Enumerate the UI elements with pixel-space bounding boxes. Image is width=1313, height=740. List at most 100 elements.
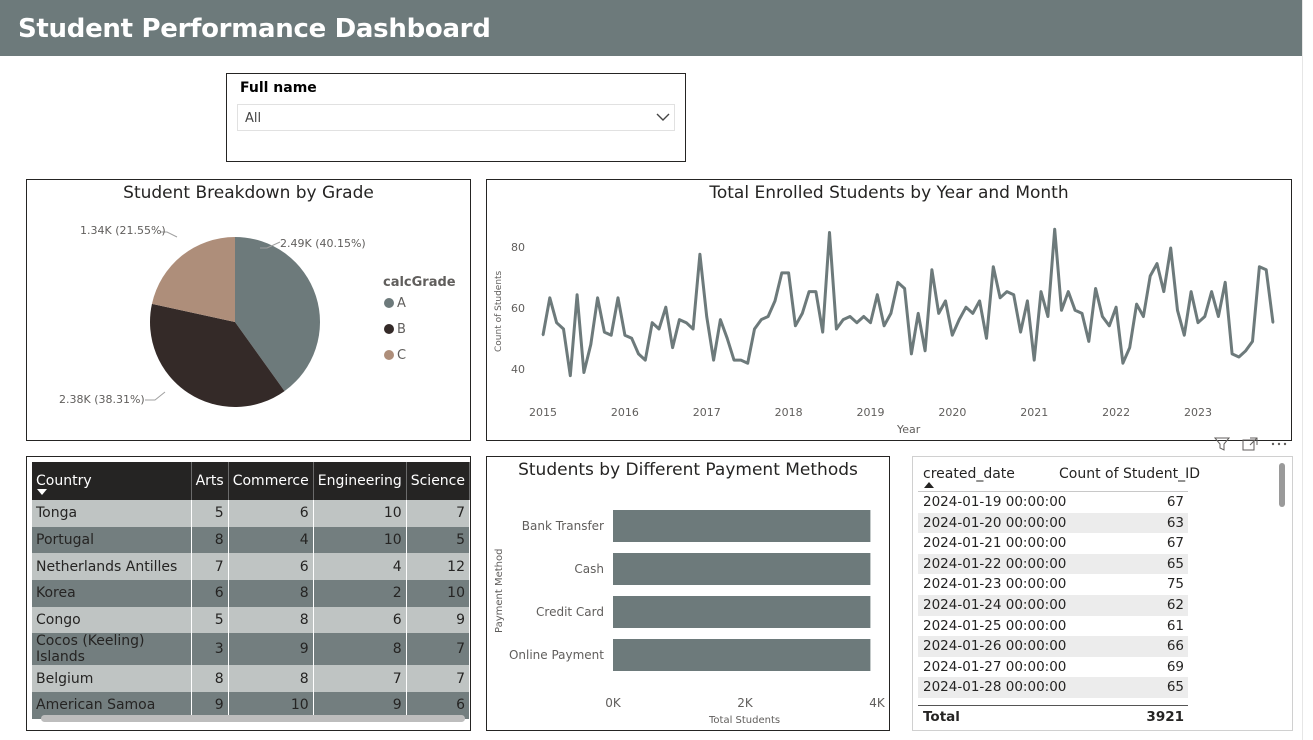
line-point[interactable] xyxy=(630,337,633,340)
line-point[interactable] xyxy=(1087,340,1090,343)
line-point[interactable] xyxy=(767,315,770,318)
line-point[interactable] xyxy=(1053,228,1056,231)
line-point[interactable] xyxy=(685,321,688,324)
line-point[interactable] xyxy=(1237,355,1240,358)
bar-credit-card[interactable] xyxy=(613,596,871,628)
line-point[interactable] xyxy=(1067,290,1070,293)
line-point[interactable] xyxy=(1080,312,1083,315)
legend-item-a[interactable]: A xyxy=(384,296,406,311)
line-point[interactable] xyxy=(1060,309,1063,312)
line-point[interactable] xyxy=(1183,334,1186,337)
line-point[interactable] xyxy=(1074,309,1077,312)
line-point[interactable] xyxy=(978,299,981,302)
table-row[interactable]: 2024-01-22 00:00:00 65 xyxy=(918,553,1188,575)
table-row[interactable]: 2024-01-21 00:00:00 67 xyxy=(918,533,1188,554)
line-point[interactable] xyxy=(1190,290,1193,293)
table-row[interactable]: 2024-01-24 00:00:00 62 xyxy=(918,595,1188,616)
matrix-row[interactable]: Cocos (Keeling) Islands 3 9 8 7 xyxy=(32,633,470,666)
line-point[interactable] xyxy=(692,327,695,330)
line-point[interactable] xyxy=(651,321,654,324)
line-point[interactable] xyxy=(671,346,674,349)
matrix-row[interactable]: Belgium 8 8 7 7 xyxy=(32,665,470,693)
matrix-horizontal-scrollbar[interactable] xyxy=(41,715,465,722)
line-point[interactable] xyxy=(698,253,701,256)
legend-item-c[interactable]: C xyxy=(384,348,406,363)
line-point[interactable] xyxy=(958,318,961,321)
full-name-dropdown[interactable]: All xyxy=(237,104,675,131)
line-point[interactable] xyxy=(1244,349,1247,352)
line-point[interactable] xyxy=(855,321,858,324)
line-point[interactable] xyxy=(971,312,974,315)
line-point[interactable] xyxy=(814,290,817,293)
matrix-header-country[interactable]: Country xyxy=(32,462,192,500)
line-point[interactable] xyxy=(964,306,967,309)
line-point[interactable] xyxy=(937,312,940,315)
table-row[interactable]: 2024-01-25 00:00:00 61 xyxy=(918,616,1188,637)
line-point[interactable] xyxy=(657,327,660,330)
line-point[interactable] xyxy=(637,352,640,355)
line-point[interactable] xyxy=(623,334,626,337)
line-point[interactable] xyxy=(1005,290,1008,293)
matrix-row[interactable]: Netherlands Antilles 7 6 4 12 xyxy=(32,553,470,581)
line-point[interactable] xyxy=(1265,268,1268,271)
line-point[interactable] xyxy=(1128,346,1131,349)
bar-online-payment[interactable] xyxy=(613,639,871,671)
line-point[interactable] xyxy=(1176,309,1179,312)
matrix-row[interactable]: Tonga 5 6 10 7 xyxy=(32,500,470,527)
line-point[interactable] xyxy=(794,324,797,327)
line-point[interactable] xyxy=(617,296,620,299)
line-point[interactable] xyxy=(596,296,599,299)
line-point[interactable] xyxy=(1217,315,1220,318)
page-scrollbar[interactable] xyxy=(1302,0,1313,740)
matrix-header-commerce[interactable]: Commerce xyxy=(228,462,314,500)
line-point[interactable] xyxy=(883,324,886,327)
line-point[interactable] xyxy=(726,337,729,340)
line-point[interactable] xyxy=(1094,287,1097,290)
line-point[interactable] xyxy=(705,315,708,318)
line-point[interactable] xyxy=(678,318,681,321)
line-point[interactable] xyxy=(1135,303,1138,306)
line-point[interactable] xyxy=(821,331,824,334)
matrix-row[interactable]: Korea 6 8 2 10 xyxy=(32,580,470,607)
table-header-created-date[interactable]: created_date xyxy=(923,466,1015,482)
line-point[interactable] xyxy=(808,290,811,293)
line-point[interactable] xyxy=(1142,315,1145,318)
line-point[interactable] xyxy=(903,287,906,290)
line-point[interactable] xyxy=(999,296,1002,299)
filter-icon[interactable] xyxy=(1214,437,1230,451)
line-point[interactable] xyxy=(1019,331,1022,334)
line-point[interactable] xyxy=(739,359,742,362)
line-point[interactable] xyxy=(719,318,722,321)
line-point[interactable] xyxy=(569,374,572,377)
line-point[interactable] xyxy=(555,321,558,324)
bar-cash[interactable] xyxy=(613,553,871,585)
line-point[interactable] xyxy=(1224,281,1227,284)
matrix-header-engineering[interactable]: Engineering xyxy=(313,462,407,500)
line-point[interactable] xyxy=(1258,265,1261,268)
line-point[interactable] xyxy=(1108,324,1111,327)
table-row[interactable]: 2024-01-27 00:00:00 69 xyxy=(918,657,1188,678)
line-point[interactable] xyxy=(1046,315,1049,318)
line-point[interactable] xyxy=(910,352,913,355)
line-point[interactable] xyxy=(589,343,592,346)
line-point[interactable] xyxy=(1012,293,1015,296)
matrix-header-arts[interactable]: Arts xyxy=(191,462,229,500)
line-point[interactable] xyxy=(828,231,831,234)
table-row[interactable]: 2024-01-26 00:00:00 66 xyxy=(918,636,1188,657)
line-point[interactable] xyxy=(1101,315,1104,318)
table-vertical-scrollbar[interactable] xyxy=(1279,463,1285,507)
matrix-row[interactable]: Congo 5 8 6 9 xyxy=(32,606,470,634)
table-row[interactable]: 2024-01-20 00:00:00 63 xyxy=(918,512,1188,534)
line-point[interactable] xyxy=(1196,321,1199,324)
line-point[interactable] xyxy=(1251,340,1254,343)
line-point[interactable] xyxy=(1169,247,1172,250)
line-point[interactable] xyxy=(889,312,892,315)
line-point[interactable] xyxy=(862,315,865,318)
line-point[interactable] xyxy=(896,281,899,284)
line-point[interactable] xyxy=(1040,290,1043,293)
legend-item-b[interactable]: B xyxy=(384,322,406,337)
line-point[interactable] xyxy=(753,327,756,330)
line-point[interactable] xyxy=(1231,352,1234,355)
matrix-header-science[interactable]: Science xyxy=(406,462,470,500)
line-point[interactable] xyxy=(985,337,988,340)
